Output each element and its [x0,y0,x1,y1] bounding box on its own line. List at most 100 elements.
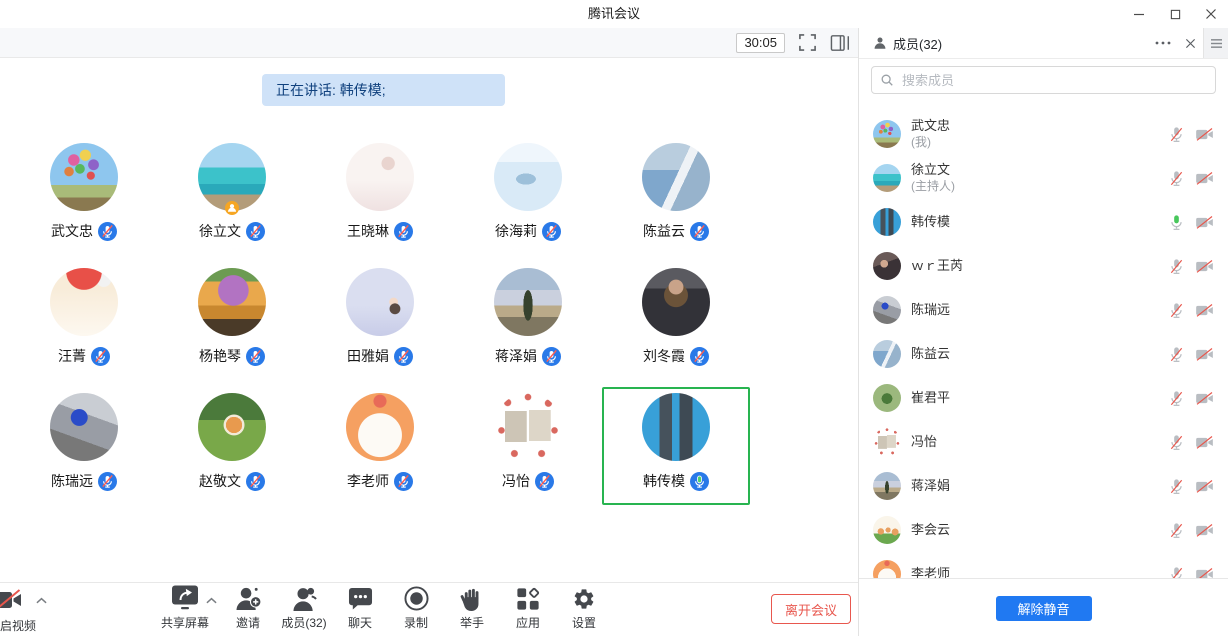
participant-avatar [494,143,562,211]
titlebar: 腾讯会议 [0,0,1228,29]
member-camera-icon [1195,215,1214,230]
maximize-icon[interactable] [1168,7,1182,21]
member-row[interactable]: 蒋泽娟 [859,464,1228,508]
participant-name: 徐立文 [199,221,241,241]
member-camera-icon [1195,127,1214,142]
member-row[interactable]: 陈瑞远 [859,288,1228,332]
participant-tile[interactable]: 蒋泽娟 [454,262,602,380]
mic-status-icon [394,472,413,491]
toolbar-members-button[interactable]: 成员(32) [276,583,332,636]
members-icon [291,585,318,611]
member-role: (我) [911,135,950,151]
window-title: 腾讯会议 [0,0,1228,28]
mic-status-icon [394,222,413,241]
member-row[interactable]: 李老师 [859,552,1228,578]
toolbar-screen-share-button[interactable]: 共享屏幕 [150,583,220,636]
member-row[interactable]: 李会云 [859,508,1228,552]
member-row[interactable]: 韩传模 [859,200,1228,244]
member-camera-icon [1195,567,1214,579]
participant-name: 蒋泽娟 [495,346,537,366]
participant-tile[interactable]: 陈益云 [602,137,750,255]
participant-tile[interactable]: 武文忠 [10,137,158,255]
member-row[interactable]: 冯怡 [859,420,1228,464]
toolbar-chat-button[interactable]: 聊天 [332,583,388,636]
grid-row-3: 陈瑞远 赵敬文 李老师 冯怡 [10,387,750,505]
toolbar-apps-button[interactable]: 应用 [500,583,556,636]
member-mic-icon [1169,302,1184,319]
member-camera-icon [1195,479,1214,494]
participant-name: 武文忠 [51,221,93,241]
member-row[interactable]: 武文忠 (我) [859,112,1228,156]
meeting-timer: 30:05 [736,33,785,53]
chevron-up-icon[interactable] [36,597,47,604]
member-name: 武文忠 [911,118,950,135]
member-search-input[interactable] [900,72,1207,89]
mic-status-icon [394,347,413,366]
hamburger-icon[interactable] [1203,28,1228,58]
layout-toggle-icon[interactable] [830,34,850,52]
participant-name: 陈瑞远 [51,471,93,491]
member-camera-icon [1195,347,1214,362]
participant-tile[interactable]: 韩传模 [602,387,750,505]
leave-meeting-button[interactable]: 离开会议 [771,594,851,624]
fullscreen-icon[interactable] [798,33,817,52]
participant-name: 赵敬文 [199,471,241,491]
chevron-up-icon[interactable] [206,597,217,604]
invite-icon [235,585,262,611]
panel-actions [1155,28,1196,58]
participant-tile[interactable]: 徐海莉 [454,137,602,255]
toolbar-settings-button[interactable]: 设置 [556,583,612,636]
close-icon[interactable] [1204,7,1218,21]
minimize-icon[interactable] [1132,7,1146,21]
participant-tile[interactable]: 冯怡 [454,387,602,505]
unmute-button[interactable]: 解除静音 [996,596,1092,621]
participant-avatar [346,268,414,336]
member-row[interactable]: 徐立文 (主持人) [859,156,1228,200]
toolbar-record-button[interactable]: 录制 [388,583,444,636]
grid-row-2: 汪菁 杨艳琴 田雅娟 蒋泽娟 [10,262,750,380]
participant-name: 陈益云 [643,221,685,241]
more-icon[interactable] [1155,41,1171,45]
participant-tile[interactable]: 赵敬文 [158,387,306,505]
member-avatar [873,296,901,324]
member-row[interactable]: ｗｒ王芮 [859,244,1228,288]
toolbar-invite-button[interactable]: 邀请 [220,583,276,636]
participant-tile[interactable]: 李老师 [306,387,454,505]
participant-avatar [198,393,266,461]
bottom-toolbar: 启视频 共享屏幕 邀请 成员(32) 聊天 录制 举手 应用 设置 离开会议 [0,582,858,636]
member-mic-icon [1169,170,1184,187]
close-panel-icon[interactable] [1185,38,1196,49]
participant-tile[interactable]: 汪菁 [10,262,158,380]
toolbar-raise-hand-button[interactable]: 举手 [444,583,500,636]
member-search-box [871,66,1216,94]
mic-status-icon [542,222,561,241]
member-mic-icon [1169,390,1184,407]
member-mic-icon [1169,258,1184,275]
participant-name: 韩传模 [643,471,685,491]
member-camera-icon [1195,303,1214,318]
participant-tile[interactable]: 刘冬霞 [602,262,750,380]
member-name: 冯怡 [911,434,937,451]
member-camera-icon [1195,391,1214,406]
participant-avatar [346,393,414,461]
member-row[interactable]: 陈益云 [859,332,1228,376]
settings-icon [572,585,596,611]
record-icon [404,585,429,611]
mic-status-icon [246,222,265,241]
member-row[interactable]: 崔君平 [859,376,1228,420]
toolbar-items: 共享屏幕 邀请 成员(32) 聊天 录制 举手 应用 设置 [150,583,612,636]
participant-tile[interactable]: 陈瑞远 [10,387,158,505]
member-name: 崔君平 [911,390,950,407]
participant-tile[interactable]: 徐立文 [158,137,306,255]
members-panel-header: 成员(32) [859,28,1228,59]
mic-status-icon [91,347,110,366]
participant-tile[interactable]: 王晓琳 [306,137,454,255]
chat-icon [348,585,373,611]
member-role: (主持人) [911,179,955,195]
member-name: 陈益云 [911,346,950,363]
mic-status-icon [690,347,709,366]
participant-tile[interactable]: 杨艳琴 [158,262,306,380]
participant-tile[interactable]: 田雅娟 [306,262,454,380]
participant-name: 冯怡 [502,471,530,491]
member-mic-icon [1169,346,1184,363]
